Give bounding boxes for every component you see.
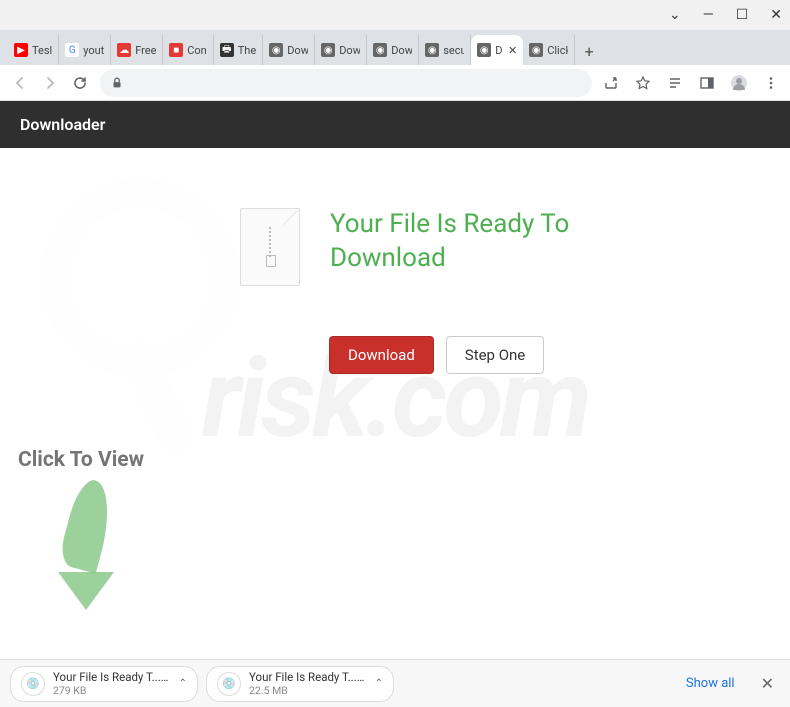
address-bar[interactable] <box>100 69 592 97</box>
down-arrow-icon <box>48 480 128 610</box>
forward-button[interactable] <box>40 73 60 93</box>
browser-tab[interactable]: 🖶 The <box>214 35 263 65</box>
tab-title: secu <box>443 44 464 57</box>
file-type-icon: 💿 <box>217 672 241 696</box>
tab-title: Tesl <box>32 44 52 57</box>
download-button[interactable]: Download <box>329 336 434 374</box>
download-filename: Your File Is Ready T....iso <box>249 670 367 684</box>
bookmark-icon[interactable] <box>634 74 652 92</box>
download-item[interactable]: 💿 Your File Is Ready T....iso 22.5 MB ⌃ <box>206 666 394 702</box>
zip-file-icon <box>240 208 300 286</box>
favicon-icon: ◉ <box>321 43 335 57</box>
profile-icon[interactable] <box>730 74 748 92</box>
menu-icon[interactable] <box>762 74 780 92</box>
watermark-magnifier-icon <box>40 178 240 378</box>
favicon-icon: ◉ <box>529 43 543 57</box>
tab-title: Dow <box>391 44 412 57</box>
favicon-icon: G <box>65 43 79 57</box>
file-type-icon: 💿 <box>21 672 45 696</box>
tab-title: The <box>238 44 256 57</box>
headline-text: Your File Is Ready To Download <box>330 208 610 276</box>
maximize-button[interactable]: ☐ <box>736 7 749 23</box>
side-panel-icon[interactable] <box>698 74 716 92</box>
favicon-icon: ◉ <box>269 43 283 57</box>
favicon-icon: ☁ <box>117 43 131 57</box>
share-icon[interactable] <box>602 74 620 92</box>
download-filesize: 22.5 MB <box>249 684 367 697</box>
download-item[interactable]: 💿 Your File Is Ready T....iso 279 KB ⌃ <box>10 666 198 702</box>
download-filename: Your File Is Ready T....iso <box>53 670 171 684</box>
close-download-shelf-button[interactable]: ✕ <box>755 674 780 693</box>
tab-title: D <box>495 44 502 57</box>
download-info: Your File Is Ready T....iso 22.5 MB <box>249 670 367 697</box>
toolbar-actions <box>602 74 780 92</box>
chevron-up-icon[interactable]: ⌃ <box>375 678 383 689</box>
page-content: risk.com Your File Is Ready To Download … <box>0 148 790 648</box>
browser-toolbar <box>0 65 790 101</box>
browser-tab[interactable]: ◉ Dow <box>315 35 367 65</box>
browser-tab[interactable]: ◉ Dow <box>263 35 315 65</box>
favicon-icon: ◉ <box>425 43 439 57</box>
step-one-button[interactable]: Step One <box>446 336 544 374</box>
click-to-view-cta: Click To View <box>18 448 144 610</box>
browser-tab[interactable]: ■ Con <box>163 35 214 65</box>
browser-tab[interactable]: ◉ Click <box>523 35 575 65</box>
tab-title: Dow <box>339 44 360 57</box>
page-header: Downloader <box>0 101 790 148</box>
download-info: Your File Is Ready T....iso 279 KB <box>53 670 171 697</box>
tab-title: Click <box>547 44 568 57</box>
browser-tab[interactable]: ▶ Tesl <box>8 35 59 65</box>
cta-text: Click To View <box>18 448 144 472</box>
lock-icon <box>110 76 124 90</box>
favicon-icon: ▶ <box>14 43 28 57</box>
favicon-icon: ■ <box>169 43 183 57</box>
tab-strip: ▶ Tesl Gyout ☁ Free ■ Con 🖶 The ◉ Dow ◉ Dow ◉ Dow ◉ secu… <box>0 30 790 65</box>
download-filesize: 279 KB <box>53 684 171 697</box>
tab-title: Free <box>135 44 156 57</box>
window-dropdown-icon[interactable]: ⌄ <box>669 7 681 23</box>
browser-tab[interactable]: Gyout <box>59 35 111 65</box>
reading-list-icon[interactable] <box>666 74 684 92</box>
favicon-icon: ◉ <box>373 43 387 57</box>
favicon-icon: ◉ <box>477 43 491 57</box>
favicon-icon: 🖶 <box>220 43 234 57</box>
chevron-up-icon[interactable]: ⌃ <box>179 678 187 689</box>
browser-tab[interactable]: ◉ secu <box>419 35 471 65</box>
window-controls: ⌄ — ☐ ✕ <box>0 0 790 30</box>
download-shelf: 💿 Your File Is Ready T....iso 279 KB ⌃ 💿… <box>0 659 790 707</box>
reload-button[interactable] <box>70 73 90 93</box>
browser-tab[interactable]: ◉ Dow <box>367 35 419 65</box>
tab-title: Dow <box>287 44 308 57</box>
close-tab-icon[interactable]: ✕ <box>508 44 517 57</box>
new-tab-button[interactable]: + <box>575 37 603 65</box>
browser-tab[interactable]: ◉ D ✕ <box>471 35 523 65</box>
tab-title: yout <box>83 44 104 57</box>
close-window-button[interactable]: ✕ <box>770 7 782 23</box>
tab-title: Con <box>187 44 207 57</box>
back-button[interactable] <box>10 73 30 93</box>
minimize-button[interactable]: — <box>703 7 714 23</box>
show-all-downloads-link[interactable]: Show all <box>686 676 735 691</box>
browser-tab[interactable]: ☁ Free <box>111 35 163 65</box>
